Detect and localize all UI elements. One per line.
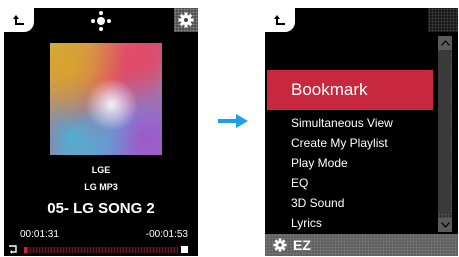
progress-end-marker — [181, 246, 188, 253]
menu-item[interactable]: Lyrics — [291, 216, 322, 230]
scroll-up-button[interactable] — [438, 36, 452, 50]
chevron-down-icon — [440, 222, 450, 228]
menu-item[interactable]: Create My Playlist — [291, 136, 388, 150]
dpad-icon[interactable] — [90, 10, 112, 32]
progress-fill — [24, 247, 28, 253]
menu-item[interactable]: 3D Sound — [291, 196, 344, 210]
back-button[interactable] — [4, 8, 34, 32]
repeat-icon — [9, 245, 17, 254]
progress-bar[interactable] — [24, 247, 178, 253]
time-elapsed: 00:01:31 — [20, 229, 59, 240]
chevron-up-icon — [440, 40, 450, 46]
back-arrow-icon — [13, 15, 24, 25]
menu-screen: Bookmark Simultaneous View Create My Pla… — [265, 8, 458, 256]
scroll-down-button[interactable] — [438, 218, 452, 232]
right-arrow-icon — [218, 114, 248, 128]
album-art — [50, 43, 162, 155]
menu-item[interactable]: Simultaneous View — [291, 116, 393, 130]
now-playing-screen: LGE LG MP3 05- LG SONG 2 00:01:31 -00:01… — [4, 8, 198, 256]
bottom-bar[interactable]: EZ — [265, 234, 458, 256]
settings-button[interactable] — [174, 8, 198, 32]
time-remaining: -00:01:53 — [145, 229, 188, 240]
scrollbar[interactable] — [438, 36, 452, 232]
album-name: LG MP3 — [84, 182, 118, 192]
ez-mode-label[interactable]: EZ — [293, 237, 311, 253]
artist-name: LGE — [91, 165, 111, 175]
menu-item[interactable]: Play Mode — [291, 156, 348, 170]
scroll-thumb[interactable] — [439, 52, 451, 212]
menu-item-bookmark[interactable]: Bookmark — [291, 80, 368, 100]
menu-header-pattern — [428, 8, 458, 32]
back-button[interactable] — [265, 8, 295, 32]
gear-icon — [273, 238, 287, 252]
gear-icon — [178, 12, 194, 28]
song-title: 05- LG SONG 2 — [47, 200, 155, 217]
menu-item[interactable]: EQ — [291, 176, 308, 190]
back-arrow-icon — [274, 15, 285, 25]
